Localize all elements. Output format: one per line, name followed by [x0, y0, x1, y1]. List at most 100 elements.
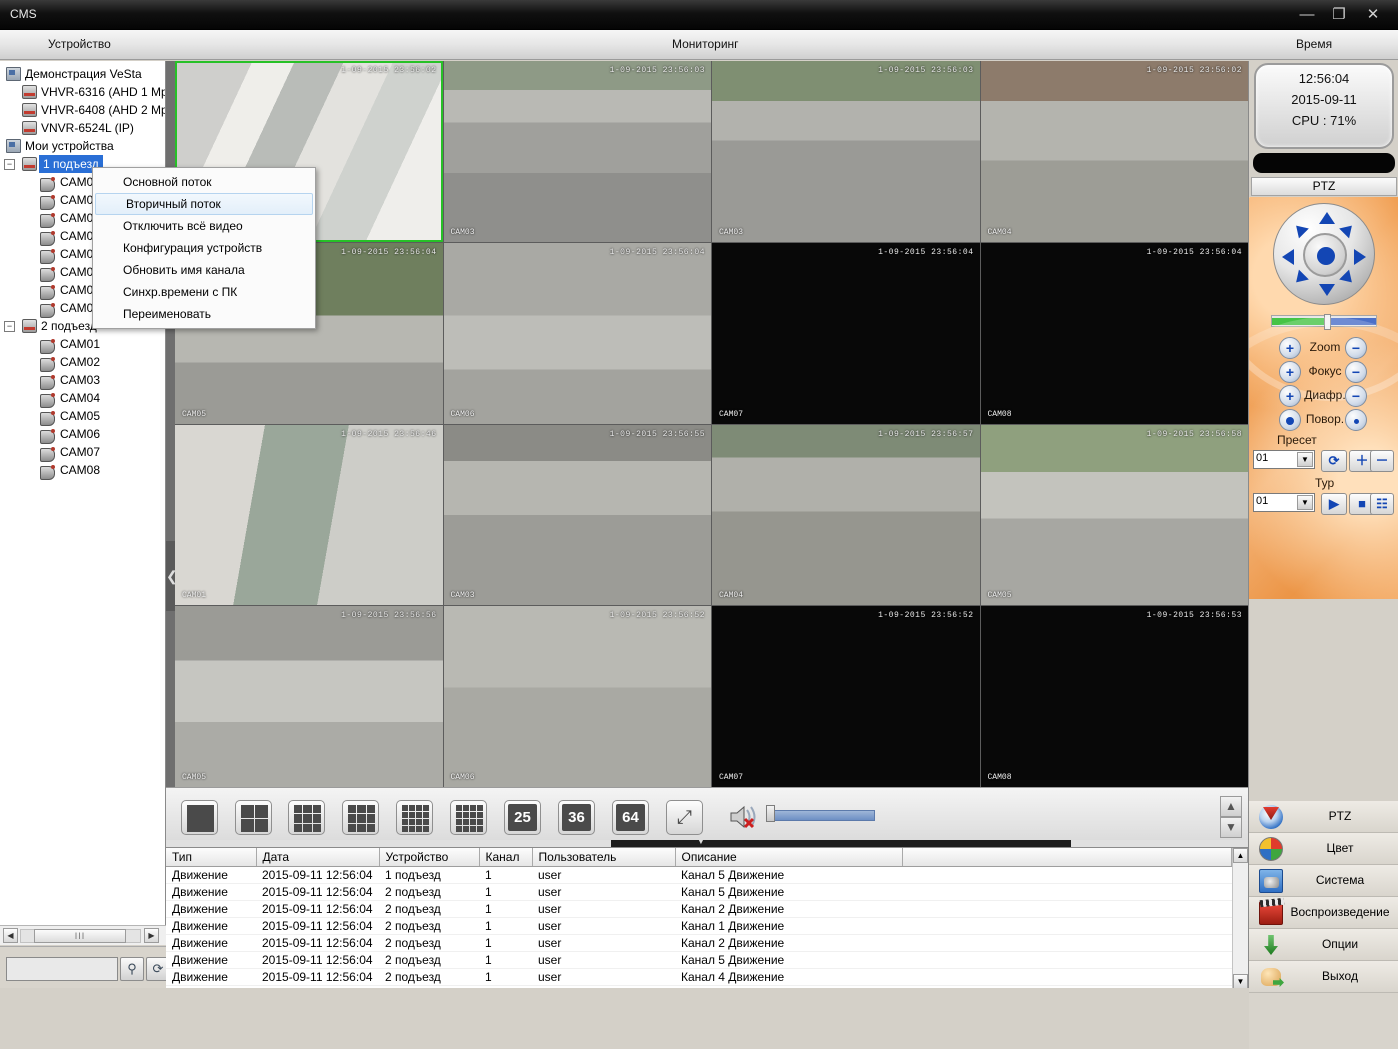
log-column-header[interactable] [902, 848, 1232, 867]
log-scroll-up[interactable]: ▲ [1233, 848, 1248, 863]
log-column-header[interactable]: Канал [479, 848, 532, 867]
preset-remove-button[interactable]: － [1370, 450, 1394, 472]
video-cell-3[interactable]: 1-09-2015 23:56:03CAM03 [712, 61, 980, 242]
ptz-decrease-button[interactable]: − [1345, 385, 1367, 407]
ptz-decrease-button[interactable]: − [1345, 337, 1367, 359]
right-menu-item-система[interactable]: Система [1249, 865, 1398, 897]
ptz-upleft-arrow-icon[interactable] [1291, 221, 1309, 239]
context-menu-item-синхр-времени-с-пк[interactable]: Синхр.времени с ПК [93, 281, 315, 303]
context-menu-item-вторичный-поток[interactable]: Вторичный поток [95, 193, 313, 215]
tree-item-vnvr-6524l-ip[interactable]: VNVR-6524L (IP) [0, 119, 165, 137]
ptz-center-button[interactable] [1303, 233, 1347, 277]
search-input[interactable] [6, 957, 118, 981]
tree-item-cam05[interactable]: CAM05 [0, 407, 165, 425]
right-menu-item-опции[interactable]: Опции [1249, 929, 1398, 961]
video-cell-16[interactable]: 1-09-2015 23:56:53CAM08 [981, 606, 1249, 787]
minimize-button[interactable]: — [1294, 5, 1320, 25]
ptz-decrease-button[interactable]: − [1345, 361, 1367, 383]
tree-item-cam07[interactable]: CAM07 [0, 443, 165, 461]
ptz-increase-button[interactable]: + [1279, 337, 1301, 359]
tour-select[interactable]: 01 ▼ [1253, 493, 1315, 512]
context-menu-item-основной-поток[interactable]: Основной поток [93, 171, 315, 193]
tree-item-cam08[interactable]: CAM08 [0, 461, 165, 479]
table-row[interactable]: Движение2015-09-11 12:56:042 подъезд1use… [166, 901, 1232, 918]
ptz-left-arrow-icon[interactable] [1282, 249, 1294, 265]
table-row[interactable]: Движение2015-09-11 12:56:042 подъезд1use… [166, 884, 1232, 901]
video-cell-13[interactable]: 1-09-2015 23:56:56CAM05 [175, 606, 443, 787]
table-row[interactable]: Движение2015-09-11 12:56:042 подъезд1use… [166, 918, 1232, 935]
video-cell-8[interactable]: 1-09-2015 23:56:04CAM08 [981, 243, 1249, 424]
context-menu-item-конфигурация-устройств[interactable]: Конфигурация устройств [93, 237, 315, 259]
search-icon[interactable]: ⚲ [120, 957, 144, 981]
video-cell-12[interactable]: 1-09-2015 23:56:58CAM05 [981, 425, 1249, 606]
log-column-header[interactable]: Устройство [379, 848, 479, 867]
layout-6-button[interactable] [288, 800, 325, 835]
layout-13-button[interactable] [396, 800, 433, 835]
layout-64-button[interactable]: 64 [612, 800, 649, 835]
volume-slider-thumb[interactable] [766, 805, 775, 822]
fullscreen-button[interactable]: ⤢ [666, 800, 703, 835]
video-cell-7[interactable]: 1-09-2015 23:56:04CAM07 [712, 243, 980, 424]
preset-select[interactable]: 01 ▼ [1253, 450, 1315, 469]
tour-stop-button[interactable]: ■ [1349, 493, 1375, 515]
tour-grid-button[interactable]: ☷ [1370, 493, 1394, 515]
toolbar-scroll-up[interactable]: ▲ [1220, 796, 1242, 817]
scroll-left-arrow[interactable]: ◀ [3, 928, 18, 943]
log-scroll-down[interactable]: ▼ [1233, 974, 1248, 988]
scroll-thumb[interactable]: III [34, 929, 126, 943]
layout-1-button[interactable] [181, 800, 218, 835]
layout-4-button[interactable] [235, 800, 272, 835]
ptz-speed-thumb[interactable] [1324, 314, 1331, 330]
tree-expander[interactable]: − [4, 159, 15, 170]
chevron-down-icon[interactable]: ▼ [1297, 495, 1313, 510]
log-column-header[interactable]: Описание [675, 848, 902, 867]
right-menu-item-воспроизведение[interactable]: Воспроизведение [1249, 897, 1398, 929]
preset-goto-button[interactable]: ⟳ [1321, 450, 1347, 472]
log-column-header[interactable]: Тип [166, 848, 256, 867]
context-menu[interactable]: Основной потокВторичный потокОтключить в… [92, 167, 316, 329]
video-cell-15[interactable]: 1-09-2015 23:56:52CAM07 [712, 606, 980, 787]
collapse-left-arrow[interactable]: ❮ [166, 541, 175, 611]
scroll-right-arrow[interactable]: ▶ [144, 928, 159, 943]
log-column-header[interactable]: Пользователь [532, 848, 675, 867]
preset-add-button[interactable]: ＋ [1349, 450, 1375, 472]
volume-slider-track[interactable] [770, 810, 875, 821]
tree-item-vesta[interactable]: Демонстрация VeSta [0, 65, 165, 83]
tree-item-cam03[interactable]: CAM03 [0, 371, 165, 389]
right-menu-item-выход[interactable]: Выход [1249, 961, 1398, 993]
table-row[interactable]: Движение2015-09-11 12:56:042 подъезд1use… [166, 952, 1232, 969]
tree-item-[interactable]: Мои устройства [0, 137, 165, 155]
tree-expander[interactable]: − [4, 321, 15, 332]
ptz-upright-arrow-icon[interactable] [1339, 221, 1357, 239]
chevron-down-icon[interactable]: ▼ [1297, 452, 1313, 467]
right-menu-item-ptz[interactable]: PTZ [1249, 801, 1398, 833]
tour-play-button[interactable]: ▶ [1321, 493, 1347, 515]
speaker-muted-icon[interactable] [728, 802, 760, 832]
ptz-increase-button[interactable]: + [1279, 361, 1301, 383]
table-row[interactable]: Движение2015-09-11 12:56:042 подъезд1use… [166, 935, 1232, 952]
tree-item-cam01[interactable]: CAM01 [0, 335, 165, 353]
video-cell-9[interactable]: 1-09-2015 23:56:46CAM01 [175, 425, 443, 606]
ptz-joystick[interactable] [1273, 203, 1375, 305]
tree-item-vhvr-6408-ahd-2-mp[interactable]: VHVR-6408 (AHD 2 Mp [0, 101, 165, 119]
video-cell-14[interactable]: 1-09-2015 23:56:52CAM06 [444, 606, 712, 787]
tree-item-cam06[interactable]: CAM06 [0, 425, 165, 443]
ptz-rotate-start-button[interactable] [1279, 409, 1301, 431]
layout-16-button[interactable] [450, 800, 487, 835]
right-menu-item-цвет[interactable]: Цвет [1249, 833, 1398, 865]
ptz-right-arrow-icon[interactable] [1354, 249, 1366, 265]
tree-item-cam02[interactable]: CAM02 [0, 353, 165, 371]
maximize-button[interactable]: ❐ [1326, 5, 1352, 25]
context-menu-item-переименовать[interactable]: Переименовать [93, 303, 315, 325]
ptz-rotate-stop-button[interactable] [1345, 409, 1367, 431]
context-menu-item-обновить-имя-канала[interactable]: Обновить имя канала [93, 259, 315, 281]
ptz-increase-button[interactable]: + [1279, 385, 1301, 407]
layout-9-button[interactable] [342, 800, 379, 835]
log-column-header[interactable]: Дата [256, 848, 379, 867]
table-row[interactable]: Движение2015-09-11 12:56:042 подъезд1use… [166, 969, 1232, 986]
tree-item-vhvr-6316-ahd-1-mp[interactable]: VHVR-6316 (AHD 1 Mp [0, 83, 165, 101]
table-row[interactable]: Движение2015-09-11 12:56:041 подъезд1use… [166, 867, 1232, 884]
toolbar-scroll-down[interactable]: ▼ [1220, 817, 1242, 838]
video-cell-10[interactable]: 1-09-2015 23:56:55CAM03 [444, 425, 712, 606]
layout-36-button[interactable]: 36 [558, 800, 595, 835]
